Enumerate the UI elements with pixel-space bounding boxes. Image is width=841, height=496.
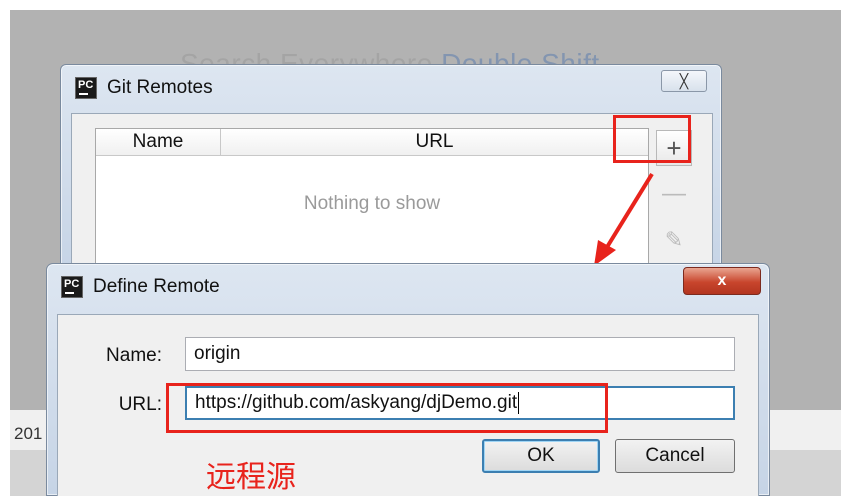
close-button[interactable]: x xyxy=(683,267,761,295)
remotes-table: Name URL Nothing to show xyxy=(95,128,649,276)
ok-button[interactable]: OK xyxy=(482,439,600,473)
edit-remote-icon[interactable]: ✎ xyxy=(656,222,692,258)
annotation-arrow-icon xyxy=(594,172,654,266)
url-label: URL: xyxy=(118,394,162,415)
column-header-name[interactable]: Name xyxy=(96,129,221,155)
define-remote-dialog: PC Define Remote x Name: origin URL: htt… xyxy=(46,263,770,496)
empty-table-text: Nothing to show xyxy=(303,193,441,214)
add-button-highlight xyxy=(613,115,691,163)
define-remote-title: Define Remote xyxy=(93,276,220,297)
close-button[interactable]: ╳ xyxy=(661,70,707,92)
column-header-url[interactable]: URL xyxy=(221,129,648,155)
pycharm-icon: PC xyxy=(61,276,83,298)
git-remotes-titlebar: PC Git Remotes xyxy=(75,77,213,99)
define-remote-titlebar: PC Define Remote xyxy=(61,276,220,298)
footer-year-text: 201 xyxy=(14,424,43,443)
cancel-button[interactable]: Cancel xyxy=(615,439,735,473)
remove-remote-button[interactable]: — xyxy=(656,176,692,212)
name-label: Name: xyxy=(106,345,162,366)
remotes-table-header: Name URL xyxy=(96,129,648,156)
name-field[interactable]: origin xyxy=(185,337,735,371)
url-highlight xyxy=(166,383,608,433)
git-remotes-title: Git Remotes xyxy=(107,77,213,98)
pycharm-icon: PC xyxy=(75,77,97,99)
remote-caption-annotation: 远程源 xyxy=(206,460,296,495)
